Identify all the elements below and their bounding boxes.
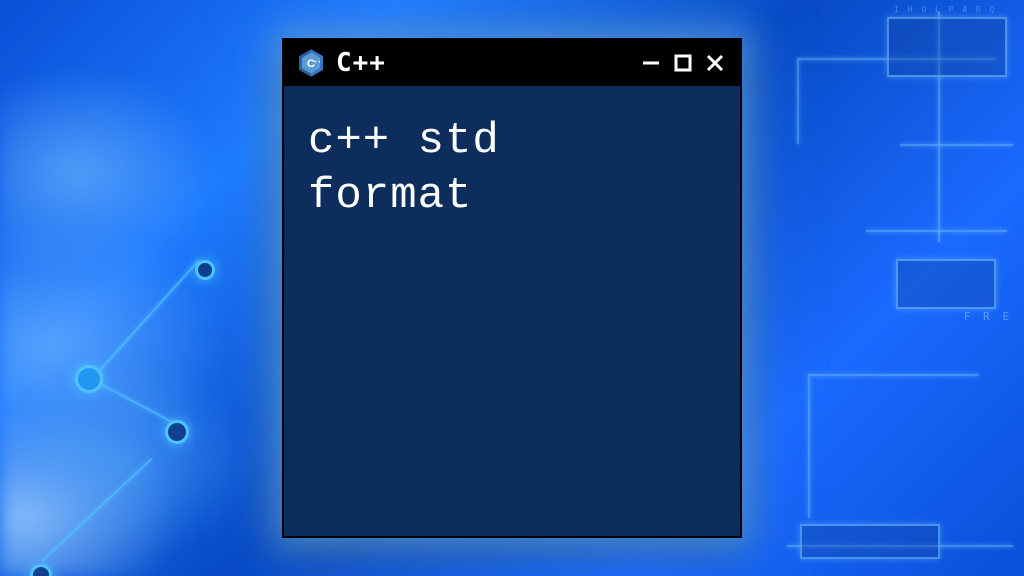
close-button[interactable] <box>702 50 728 76</box>
minimize-button[interactable] <box>638 50 664 76</box>
cpp-logo-icon: C + + <box>296 48 326 78</box>
content-line-1: c++ std <box>308 114 716 169</box>
window-controls <box>638 50 728 76</box>
titlebar[interactable]: C + + C++ <box>284 40 740 86</box>
chip-label: I H O L P A R Q <box>894 5 996 14</box>
maximize-button[interactable] <box>670 50 696 76</box>
network-node <box>195 260 215 280</box>
svg-text:C: C <box>307 58 315 70</box>
network-node <box>75 365 103 393</box>
window-title: C++ <box>336 48 628 78</box>
terminal-window: C + + C++ c++ std format <box>282 38 742 538</box>
terminal-body: c++ std format <box>284 86 740 252</box>
content-line-2: format <box>308 169 716 224</box>
freq-label: F R E <box>964 310 1012 323</box>
network-node <box>165 420 189 444</box>
